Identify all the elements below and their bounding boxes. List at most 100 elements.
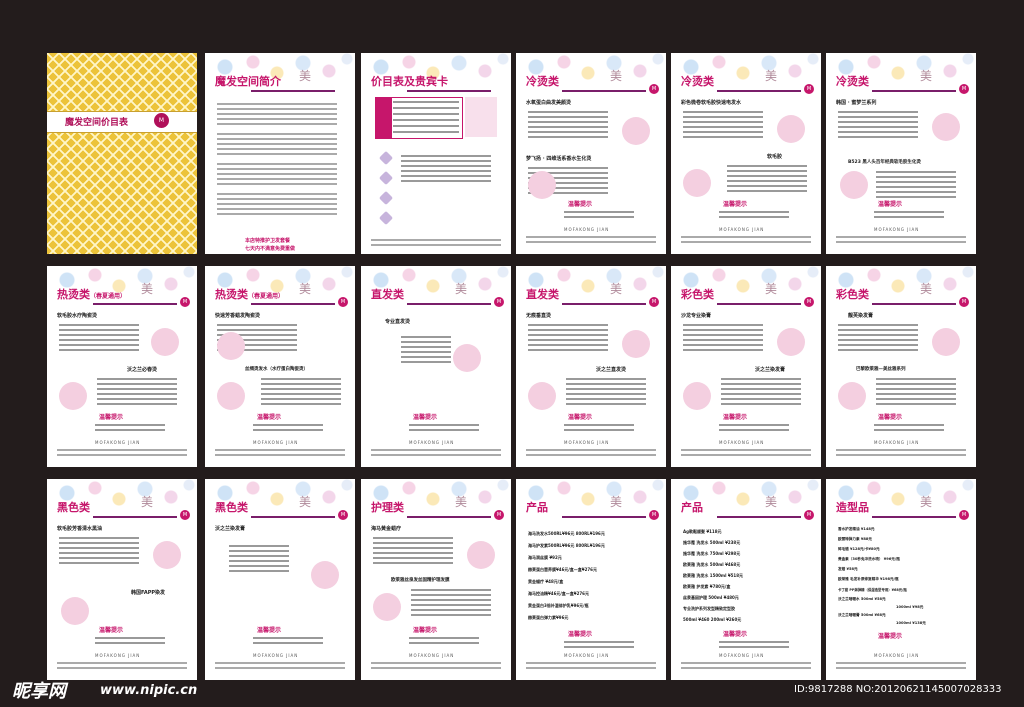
footer-brand: MOFAKONG JIAN (564, 227, 610, 232)
product-row: 欧丽特弹力素 ¥88元 (838, 537, 872, 541)
notice-text (719, 424, 789, 426)
logo-badge: M (959, 510, 969, 520)
notice-title: 温馨提示 (257, 414, 282, 421)
service-desc (411, 589, 491, 591)
notice-title: 温馨提示 (723, 201, 748, 208)
price-bubble (453, 344, 481, 372)
brand-logo: 美 (765, 495, 778, 509)
intro-text (217, 133, 337, 135)
logo-badge: M (649, 84, 659, 94)
straight-page-1: 直发类 美 M 专业直发烫 温馨提示 MOFAKONG JIAN (361, 266, 511, 467)
logo-badge: M (494, 297, 504, 307)
brand-logo: 美 (765, 282, 778, 296)
product-row: 黄金蜡疗 ¥48元/盒 (528, 579, 564, 584)
product-row: 海马润丝膜 ¥92元 (528, 555, 562, 560)
price-bubble (683, 169, 711, 197)
footer-brand: MOFAKONG JIAN (95, 440, 141, 445)
logo-badge: M (804, 510, 814, 520)
product-row: 1000ml ¥98元 (896, 605, 924, 609)
footer-brand: MOFAKONG JIAN (874, 440, 920, 445)
notice-text (719, 641, 789, 643)
price-bubble (840, 171, 868, 199)
service-name: 无痕垂直烫 (526, 313, 552, 319)
product-row: 黄金蛋白3倍补湿修护乳¥96元/瓶 (528, 603, 589, 608)
page-title: 产品 (526, 501, 548, 514)
product-row: 碎毛蜡 ¥128元/卡¥80元 (838, 547, 880, 551)
product-row: 欧莱雅 洗发水 1500ml ¥518元 (683, 573, 743, 578)
product-row: 赫莱蛋白营养膜¥46元/盒—盒¥276元 (528, 567, 597, 572)
price-bubble (528, 171, 556, 199)
page-title: 黑色类 (57, 501, 90, 514)
product-row: 发蜡 ¥58元 (838, 567, 858, 571)
title-rule (717, 90, 801, 92)
notice-title: 温馨提示 (723, 631, 748, 638)
title-rule (872, 303, 956, 305)
service-desc (876, 171, 956, 173)
page-title: 冷烫类 (681, 75, 714, 88)
brand-logo: 美 (920, 495, 933, 509)
closing-line-2: 七天内不满意免费重做 (245, 246, 296, 252)
intro-text (217, 193, 337, 195)
product-row: 沃之兰啫喱膏 500ml ¥68元 (838, 613, 886, 617)
black-page-1: 黑色类 美 M 软毛胶芳香清水黑油 韩国FAPP染发 温馨提示 MOFAKONG… (47, 479, 197, 680)
footer-brand: MOFAKONG JIAN (253, 653, 299, 658)
price-bubble (151, 328, 179, 356)
price-bubble (528, 382, 556, 410)
price-bubble (311, 561, 339, 589)
price-bubble (777, 328, 805, 356)
title-rule (407, 90, 491, 92)
service-name: 沃之兰染发膏 (215, 526, 246, 532)
styling-page: 造型品 美 M 香水护发精油 ¥148元 欧丽特弹力素 ¥88元 碎毛蜡 ¥12… (826, 479, 976, 680)
service-desc (59, 537, 139, 539)
intro-text (217, 103, 337, 105)
watermark-id: ID:9817288 NO:20120621145007028333 (794, 684, 1002, 695)
page-title: 造型品 (836, 501, 869, 514)
service-name: 靓芙染发膏 (848, 313, 874, 319)
footer-text (526, 236, 656, 238)
page-title: 产品 (681, 501, 703, 514)
notice-text (409, 424, 479, 426)
footer-text (836, 449, 966, 451)
service-desc (229, 545, 289, 547)
footer-brand: MOFAKONG JIAN (409, 440, 455, 445)
price-bubble (932, 328, 960, 356)
logo-badge: M (338, 510, 348, 520)
logo-badge: M (649, 297, 659, 307)
service-desc (97, 378, 177, 380)
price-bubble (217, 332, 245, 360)
brand-logo: 美 (765, 69, 778, 83)
product-row: 丝泉基因护理 500ml ¥480元 (683, 595, 739, 600)
page-title: 魔发空间简介 (215, 75, 281, 88)
footer-brand: MOFAKONG JIAN (564, 653, 610, 658)
product-row: 1000ml ¥138元 (896, 621, 926, 625)
service-desc (838, 324, 918, 326)
hex-icon (378, 210, 394, 226)
product-page-2: 产品 美 M Ag軟鬆顺髮 ¥118元 施华蔻 洗发水 500ml ¥238元 … (671, 479, 821, 680)
price-bubble (59, 382, 87, 410)
brand-logo: 美 (920, 282, 933, 296)
title-rule (562, 516, 646, 518)
product-row: Ag軟鬆顺髮 ¥118元 (683, 529, 722, 534)
logo-badge: M (804, 297, 814, 307)
footer-text (215, 449, 345, 451)
cover-page: 魔发空间价目表 M (47, 53, 197, 254)
brand-logo: 美 (610, 495, 623, 509)
intro-page: 魔发空间简介 美 本店特推护卫发套餐 七天内不满意免费重做 (205, 53, 355, 254)
intro-text (217, 163, 337, 165)
service-name: 沙龙专业染膏 (681, 313, 712, 319)
price-table (375, 97, 463, 139)
page-title: 黑色类 (215, 501, 248, 514)
service-name: 梦飞扬 · 四维活系香水生化烫 (526, 156, 592, 162)
page-title-text: 热烫类 (215, 288, 248, 301)
product-row: 施华蔻 洗发水 750ml ¥298元 (683, 551, 741, 556)
page-title: 热烫类（春夏通用） (215, 286, 284, 302)
service-name: 彩色微卷软毛胶快速电发水 (681, 100, 742, 106)
page-title: 彩色类 (836, 288, 869, 301)
watermark-url: www.nipic.cn (100, 683, 198, 698)
color-page-1: 彩色类 美 M 沙龙专业染膏 沃之兰染发膏 温馨提示 MOFAKONG JIAN (671, 266, 821, 467)
brand-logo: 美 (141, 495, 154, 509)
title-rule (562, 303, 646, 305)
logo-badge: M (959, 84, 969, 94)
service-desc (727, 165, 807, 167)
notice-title: 温馨提示 (568, 414, 593, 421)
